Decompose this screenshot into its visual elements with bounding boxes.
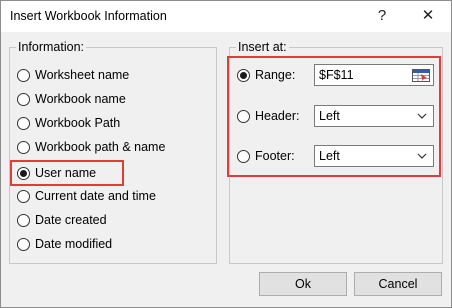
close-button[interactable]: ✕ (413, 3, 443, 29)
radio-label: Current date and time (35, 189, 156, 203)
radio-button[interactable] (17, 92, 30, 106)
radio-button-selected[interactable] (237, 68, 250, 82)
header-select[interactable]: Left (314, 105, 434, 127)
radio-label: Range: (255, 68, 296, 82)
range-value: $F$11 (319, 68, 354, 82)
radio-label: Workbook Path (35, 116, 121, 130)
ok-button[interactable]: Ok (259, 272, 347, 296)
radio-button[interactable] (17, 189, 30, 203)
radio-header[interactable]: Header: (237, 106, 299, 126)
radio-worksheet-name[interactable]: Worksheet name (17, 65, 129, 85)
radio-button[interactable] (17, 237, 30, 251)
insert-workbook-information-dialog: Insert Workbook Information ? ✕ Informat… (0, 0, 452, 308)
window-title: Insert Workbook Information (10, 9, 167, 23)
radio-label: Date created (35, 213, 107, 227)
radio-workbook-path[interactable]: Workbook Path (17, 113, 120, 133)
radio-button[interactable] (17, 140, 30, 154)
radio-footer[interactable]: Footer: (237, 146, 295, 166)
footer-select[interactable]: Left (314, 145, 434, 167)
radio-user-name[interactable]: User name (17, 163, 96, 183)
radio-button[interactable] (17, 116, 30, 130)
radio-button-selected[interactable] (17, 166, 30, 180)
radio-current-date-and-time[interactable]: Current date and time (17, 186, 156, 206)
radio-workbook-path-and-name[interactable]: Workbook path & name (17, 137, 165, 157)
radio-label: Header: (255, 109, 300, 123)
range-input[interactable]: $F$11 (314, 64, 434, 86)
footer-select-value: Left (319, 149, 340, 163)
title-bar: Insert Workbook Information ? ✕ (1, 1, 451, 32)
radio-label: Workbook path & name (35, 140, 166, 154)
radio-label: User name (35, 166, 97, 180)
radio-label: Workbook name (35, 92, 126, 106)
chevron-down-icon (417, 113, 427, 119)
radio-label: Footer: (255, 149, 295, 163)
information-group-label: Information: (16, 40, 87, 54)
cancel-button[interactable]: Cancel (354, 272, 442, 296)
radio-workbook-name[interactable]: Workbook name (17, 89, 126, 109)
radio-range[interactable]: Range: (237, 65, 295, 85)
radio-label: Worksheet name (35, 68, 130, 82)
insert-at-group-label: Insert at: (236, 40, 289, 54)
help-button[interactable]: ? (367, 3, 397, 29)
radio-date-modified[interactable]: Date modified (17, 234, 112, 254)
radio-button[interactable] (17, 68, 30, 82)
radio-label: Date modified (35, 237, 113, 251)
range-select-icon[interactable] (411, 67, 431, 83)
radio-button[interactable] (237, 149, 250, 163)
radio-button[interactable] (237, 109, 250, 123)
chevron-down-icon (417, 153, 427, 159)
header-select-value: Left (319, 109, 340, 123)
radio-button[interactable] (17, 213, 30, 227)
radio-date-created[interactable]: Date created (17, 210, 107, 230)
